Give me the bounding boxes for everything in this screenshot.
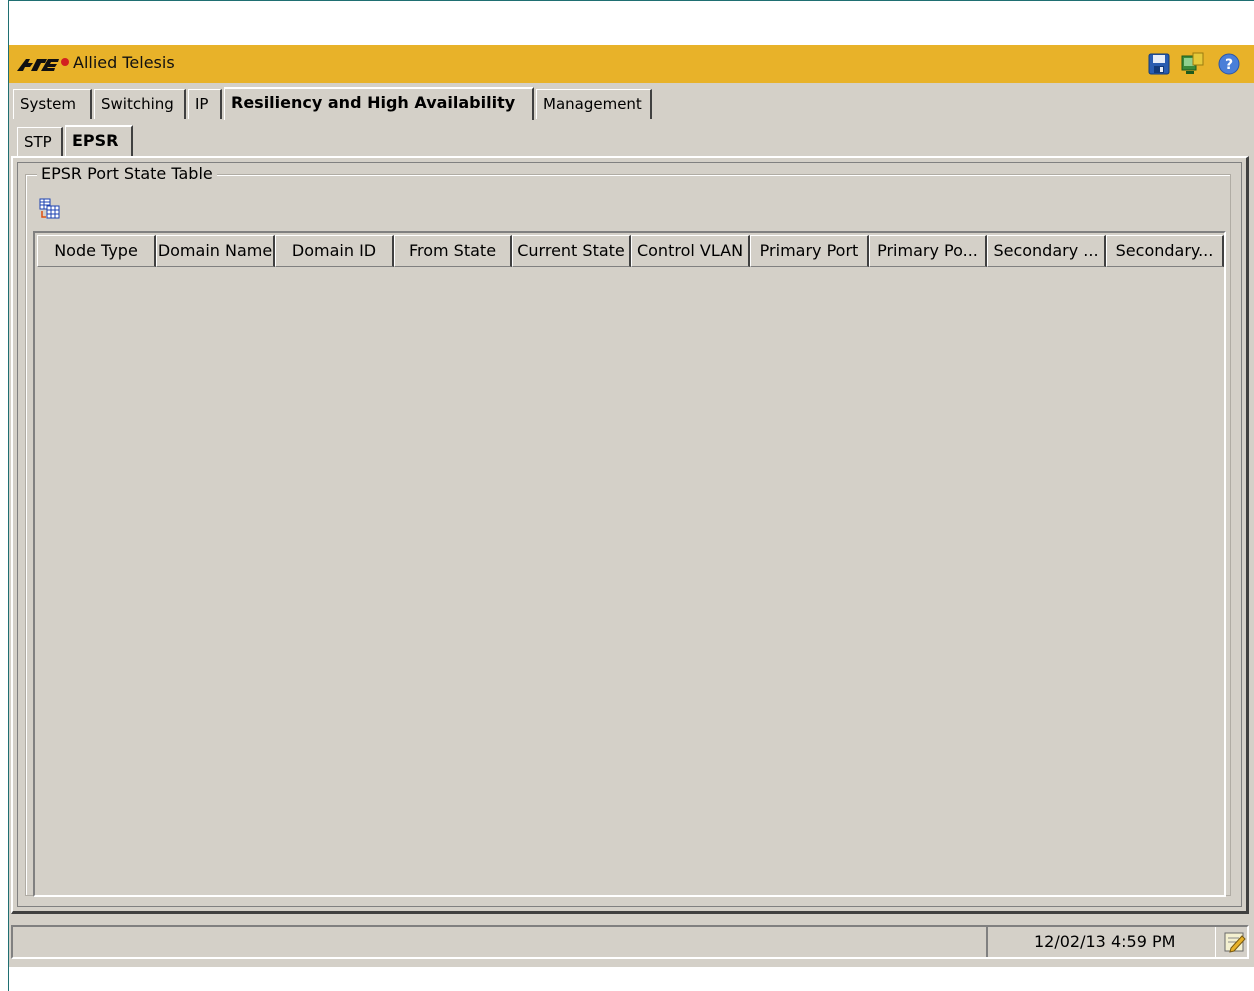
column-header[interactable]: Secondary... [1106, 235, 1224, 267]
tab-label: Management [543, 95, 642, 113]
column-header[interactable]: Secondary ... [987, 235, 1106, 267]
tab-ip[interactable]: IP [188, 89, 222, 119]
column-header[interactable]: Control VLAN [631, 235, 750, 267]
tab-system[interactable]: System [13, 89, 92, 119]
tab-label: Switching [101, 95, 174, 113]
tab-label: STP [24, 133, 52, 151]
tab-label: EPSR [72, 131, 119, 150]
column-header[interactable]: Current State [512, 235, 631, 267]
tab-epsr[interactable]: EPSR [65, 125, 133, 158]
groupbox-title: EPSR Port State Table [37, 164, 217, 183]
column-header[interactable]: Domain Name [156, 235, 275, 267]
table-body-empty[interactable] [37, 267, 1222, 893]
status-bar: 12/02/13 4:59 PM [11, 925, 1249, 959]
tab-label: System [20, 95, 76, 113]
column-header[interactable]: Node Type [37, 235, 156, 267]
tab-management[interactable]: Management [536, 89, 652, 119]
column-header[interactable]: From State [394, 235, 512, 267]
tab-resiliency-high-availability[interactable]: Resiliency and High Availability [224, 87, 534, 120]
status-datetime: 12/02/13 4:59 PM [986, 927, 1216, 957]
tab-switching[interactable]: Switching [94, 89, 186, 119]
app-title: Allied Telesis [73, 53, 175, 72]
network-monitor-icon[interactable] [1181, 52, 1205, 76]
status-message-area [13, 927, 973, 957]
epsr-port-state-table: Node Type Domain Name Domain ID From Sta… [33, 231, 1226, 897]
column-header[interactable]: Primary Po... [869, 235, 987, 267]
tab-stp[interactable]: STP [17, 127, 63, 157]
title-bar: Allied Telesis ? [9, 45, 1254, 83]
app-window: Allied Telesis ? System Switching IP Res… [9, 45, 1254, 967]
tab-label: Resiliency and High Availability [231, 93, 516, 112]
svg-text:?: ? [1225, 57, 1233, 73]
save-icon[interactable] [1147, 52, 1171, 76]
table-header-row: Node Type Domain Name Domain ID From Sta… [37, 235, 1225, 267]
help-icon[interactable]: ? [1217, 52, 1241, 76]
table-columns-icon[interactable] [38, 197, 62, 221]
column-header[interactable]: Domain ID [275, 235, 394, 267]
tab-label: IP [195, 95, 209, 113]
edit-note-icon[interactable] [1223, 930, 1247, 954]
window-frame-top [8, 0, 1254, 1]
allied-telesis-logo [17, 58, 69, 71]
column-header[interactable]: Primary Port [750, 235, 869, 267]
